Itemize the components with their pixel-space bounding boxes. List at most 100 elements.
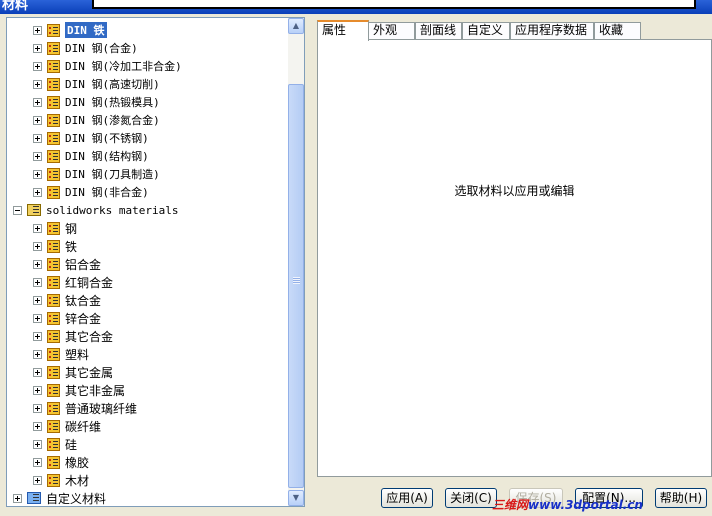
tree-item-titanium-alloy[interactable]: 钛合金: [33, 291, 101, 309]
expand-icon[interactable]: [33, 43, 42, 53]
tree-item-label: 其它非金属: [65, 383, 126, 398]
title-field: [92, 0, 696, 9]
tree-item-label: 钢: [65, 221, 78, 236]
material-folder-icon: [47, 419, 60, 433]
collapse-icon[interactable]: [13, 205, 22, 215]
material-folder-icon: [47, 329, 60, 343]
material-folder-icon: [47, 95, 60, 109]
tree-item-label: 其它合金: [65, 329, 114, 344]
tree-item-din-steel-hot-forging[interactable]: DIN 钢(热锻模具): [33, 93, 160, 111]
expand-icon[interactable]: [33, 259, 42, 269]
tree-library-custom[interactable]: 自定义材料: [13, 489, 107, 506]
tree-item-label: 橡胶: [65, 455, 90, 470]
tree-item-plastics[interactable]: 塑料: [33, 345, 89, 363]
tree-item-wood[interactable]: 木材: [33, 471, 89, 489]
library-icon: [27, 492, 41, 504]
tab-favorites[interactable]: 收藏: [594, 22, 641, 39]
expand-icon[interactable]: [33, 25, 42, 35]
library-icon: [27, 204, 41, 216]
expand-icon[interactable]: [33, 457, 42, 467]
expand-icon[interactable]: [33, 421, 42, 431]
tab-appearance[interactable]: 外观: [368, 22, 415, 39]
expand-icon[interactable]: [33, 133, 42, 143]
tree-item-label: 锌合金: [65, 311, 102, 326]
tree-item-other-metals[interactable]: 其它金属: [33, 363, 113, 381]
expand-icon[interactable]: [33, 61, 42, 71]
tree-library-label: 自定义材料: [46, 491, 107, 506]
tree-item-label: DIN 钢(刀具制造): [65, 168, 160, 181]
help-button[interactable]: 帮助(H): [655, 488, 707, 508]
tab-crosshatch[interactable]: 剖面线: [415, 22, 462, 39]
scroll-thumb[interactable]: [288, 84, 304, 488]
tab-application-data[interactable]: 应用程序数据: [510, 22, 594, 39]
scroll-down-arrow-icon[interactable]: ▼: [288, 490, 304, 506]
expand-icon[interactable]: [33, 151, 42, 161]
expand-icon[interactable]: [33, 97, 42, 107]
expand-icon[interactable]: [33, 349, 42, 359]
tree-item-label: 塑料: [65, 347, 90, 362]
tree-item-copper-alloy[interactable]: 红铜合金: [33, 273, 113, 291]
tree-library-label: solidworks materials: [46, 203, 179, 217]
material-folder-icon: [47, 167, 60, 181]
expand-icon[interactable]: [33, 295, 42, 305]
tree-item-label: 铁: [65, 239, 78, 254]
properties-panel: 选取材料以应用或编辑: [317, 39, 712, 477]
expand-icon[interactable]: [13, 493, 22, 503]
tree-item-din-steel-tool[interactable]: DIN 钢(刀具制造): [33, 165, 160, 183]
tree-item-glass-fiber[interactable]: 普通玻璃纤维: [33, 399, 137, 417]
expand-icon[interactable]: [33, 439, 42, 449]
expand-icon[interactable]: [33, 241, 42, 251]
tree-item-other-alloys[interactable]: 其它合金: [33, 327, 113, 345]
expand-icon[interactable]: [33, 115, 42, 125]
tree-item-other-non-metals[interactable]: 其它非金属: [33, 381, 125, 399]
tree-item-label: 铝合金: [65, 257, 102, 272]
material-folder-icon: [47, 293, 60, 307]
expand-icon[interactable]: [33, 475, 42, 485]
tree-item-din-iron[interactable]: DIN 铁: [33, 21, 107, 39]
tree-item-label: DIN 钢(非合金): [65, 186, 149, 199]
tree-item-zinc-alloy[interactable]: 锌合金: [33, 309, 101, 327]
tree-item-aluminum-alloy[interactable]: 铝合金: [33, 255, 101, 273]
tree-item-din-steel-alloy[interactable]: DIN 钢(合金): [33, 39, 138, 57]
tree-item-rubber[interactable]: 橡胶: [33, 453, 89, 471]
tree-item-label: DIN 钢(热锻模具): [65, 96, 160, 109]
tree-item-iron[interactable]: 铁: [33, 237, 77, 255]
expand-icon[interactable]: [33, 277, 42, 287]
tree-item-din-steel-nitriding[interactable]: DIN 钢(渗氮合金): [33, 111, 160, 129]
tree-item-silicon[interactable]: 硅: [33, 435, 77, 453]
material-folder-icon: [47, 311, 60, 325]
tree-item-din-steel-cold-work[interactable]: DIN 钢(冷加工非合金): [33, 57, 182, 75]
tree-item-carbon-fiber[interactable]: 碳纤维: [33, 417, 101, 435]
expand-icon[interactable]: [33, 223, 42, 233]
apply-button[interactable]: 应用(A): [381, 488, 433, 508]
tab-custom[interactable]: 自定义: [462, 22, 510, 39]
tree-item-din-steel-high-speed[interactable]: DIN 钢(高速切削): [33, 75, 160, 93]
tree-library-solidworks[interactable]: solidworks materials: [13, 201, 178, 219]
close-button[interactable]: 关闭(C): [445, 488, 497, 508]
tree-item-din-steel-non-alloy[interactable]: DIN 钢(非合金): [33, 183, 149, 201]
material-folder-icon: [47, 383, 60, 397]
tab-properties[interactable]: 属性: [317, 20, 369, 41]
expand-icon[interactable]: [33, 169, 42, 179]
tree-item-steel[interactable]: 钢: [33, 219, 77, 237]
expand-icon[interactable]: [33, 187, 42, 197]
expand-icon[interactable]: [33, 331, 42, 341]
material-folder-icon: [47, 347, 60, 361]
material-folder-icon: [47, 221, 60, 235]
material-folder-icon: [47, 41, 60, 55]
material-tree[interactable]: DIN 铁 DIN 钢(合金) DIN 钢(冷加工非合金) DIN 钢(高速切削…: [6, 17, 305, 507]
tree-scrollbar[interactable]: ▲ ▼: [288, 18, 304, 506]
tree-item-label: 普通玻璃纤维: [65, 401, 138, 416]
expand-icon[interactable]: [33, 79, 42, 89]
expand-icon[interactable]: [33, 403, 42, 413]
scroll-up-arrow-icon[interactable]: ▲: [288, 18, 304, 34]
tree-item-din-steel-structural[interactable]: DIN 钢(结构钢): [33, 147, 149, 165]
expand-icon[interactable]: [33, 385, 42, 395]
tree-item-din-steel-stainless[interactable]: DIN 钢(不锈钢): [33, 129, 149, 147]
tree-item-label: DIN 钢(合金): [65, 42, 138, 55]
grip-icon: [293, 277, 300, 284]
tree-item-label: DIN 钢(高速切削): [65, 78, 160, 91]
expand-icon[interactable]: [33, 367, 42, 377]
material-folder-icon: [47, 113, 60, 127]
expand-icon[interactable]: [33, 313, 42, 323]
